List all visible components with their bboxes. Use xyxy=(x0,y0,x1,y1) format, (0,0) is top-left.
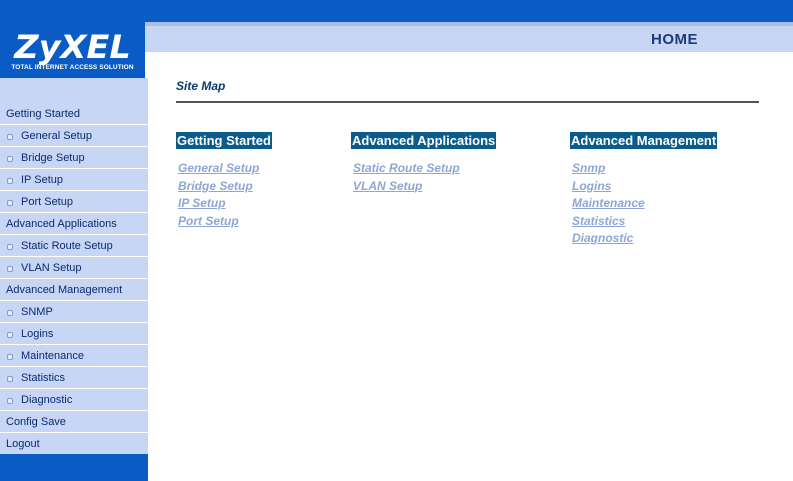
link-snmp[interactable]: Snmp xyxy=(572,160,717,178)
link-logins[interactable]: Logins xyxy=(572,178,717,196)
bullet-icon xyxy=(7,178,13,184)
page-title: Site Map xyxy=(176,79,226,93)
link-diagnostic[interactable]: Diagnostic xyxy=(572,230,717,248)
link-bridge-setup[interactable]: Bridge Setup xyxy=(178,178,272,196)
bullet-icon xyxy=(7,200,13,206)
column-heading: Advanced Management xyxy=(570,132,718,149)
header-title: HOME xyxy=(651,31,698,48)
brand-name: ZyXEL xyxy=(14,28,131,66)
brand-logo: ZyXEL TOTAL INTERNET ACCESS SOLUTION xyxy=(0,22,145,78)
sidebar-item-port-setup[interactable]: Port Setup xyxy=(0,192,148,213)
sidebar-item-label: IP Setup xyxy=(21,174,63,186)
link-static-route-setup[interactable]: Static Route Setup xyxy=(353,160,496,178)
sidebar-item-label: Maintenance xyxy=(21,350,84,362)
column-heading: Advanced Applications xyxy=(351,132,497,149)
sidebar-item-bridge-setup[interactable]: Bridge Setup xyxy=(0,148,148,169)
sidebar-item-vlan-setup[interactable]: VLAN Setup xyxy=(0,258,148,279)
sidebar-item-label: Logout xyxy=(6,438,40,450)
sidebar-item-label: Advanced Applications xyxy=(6,218,117,230)
sidebar-item-static-route-setup[interactable]: Static Route Setup xyxy=(0,236,148,257)
link-port-setup[interactable]: Port Setup xyxy=(178,213,272,231)
sidebar-footer xyxy=(0,454,148,481)
sidebar-item-advanced-applications[interactable]: Advanced Applications xyxy=(0,214,148,235)
column-heading: Getting Started xyxy=(176,132,272,149)
brand-tagline: TOTAL INTERNET ACCESS SOLUTION xyxy=(11,64,134,71)
sidebar-item-label: Config Save xyxy=(6,416,66,428)
sidebar-spacer xyxy=(0,78,148,104)
bullet-icon xyxy=(7,354,13,360)
sidebar-item-label: Statistics xyxy=(21,372,66,384)
sidebar-item-diagnostic[interactable]: Diagnostic xyxy=(0,390,148,411)
sidebar-item-advanced-management[interactable]: Advanced Management xyxy=(0,280,148,301)
sidebar-item-label: Logins xyxy=(21,328,54,340)
link-statistics[interactable]: Statistics xyxy=(572,213,717,231)
sidebar-item-getting-started[interactable]: Getting Started xyxy=(0,104,148,125)
sidebar-item-label: VLAN Setup xyxy=(21,262,82,274)
column-links: Snmp Logins Maintenance Statistics Diagn… xyxy=(570,160,717,248)
sitemap-column-advanced-applications: Advanced Applications Static Route Setup… xyxy=(351,132,497,195)
sidebar: Getting Started General Setup Bridge Set… xyxy=(0,104,148,455)
sitemap-column-getting-started: Getting Started General Setup Bridge Set… xyxy=(176,132,272,230)
bullet-icon xyxy=(7,332,13,338)
sidebar-item-label: Advanced Management xyxy=(6,284,123,296)
title-divider xyxy=(176,101,759,103)
sidebar-item-label: Static Route Setup xyxy=(21,240,113,252)
sidebar-item-label: Getting Started xyxy=(6,108,80,120)
sidebar-item-label: Diagnostic xyxy=(21,394,73,406)
sidebar-item-logout[interactable]: Logout xyxy=(0,434,148,455)
header-shadow xyxy=(145,22,793,26)
link-general-setup[interactable]: General Setup xyxy=(178,160,272,178)
sidebar-item-ip-setup[interactable]: IP Setup xyxy=(0,170,148,191)
sidebar-item-label: General Setup xyxy=(21,130,92,142)
sidebar-item-general-setup[interactable]: General Setup xyxy=(0,126,148,147)
bullet-icon xyxy=(7,376,13,382)
bullet-icon xyxy=(7,134,13,140)
sidebar-item-maintenance[interactable]: Maintenance xyxy=(0,346,148,367)
column-links: General Setup Bridge Setup IP Setup Port… xyxy=(176,160,272,230)
sidebar-item-statistics[interactable]: Statistics xyxy=(0,368,148,389)
bullet-icon xyxy=(7,156,13,162)
bullet-icon xyxy=(7,266,13,272)
top-bar xyxy=(0,0,793,22)
bullet-icon xyxy=(7,244,13,250)
link-maintenance[interactable]: Maintenance xyxy=(572,195,717,213)
column-links: Static Route Setup VLAN Setup xyxy=(351,160,496,195)
sidebar-item-logins[interactable]: Logins xyxy=(0,324,148,345)
sidebar-item-label: Bridge Setup xyxy=(21,152,85,164)
sitemap-column-advanced-management: Advanced Management Snmp Logins Maintena… xyxy=(570,132,718,248)
sidebar-item-snmp[interactable]: SNMP xyxy=(0,302,148,323)
sidebar-item-label: SNMP xyxy=(21,306,53,318)
link-vlan-setup[interactable]: VLAN Setup xyxy=(353,178,496,196)
sidebar-item-label: Port Setup xyxy=(21,196,73,208)
sidebar-item-config-save[interactable]: Config Save xyxy=(0,412,148,433)
bullet-icon xyxy=(7,398,13,404)
bullet-icon xyxy=(7,310,13,316)
link-ip-setup[interactable]: IP Setup xyxy=(178,195,272,213)
